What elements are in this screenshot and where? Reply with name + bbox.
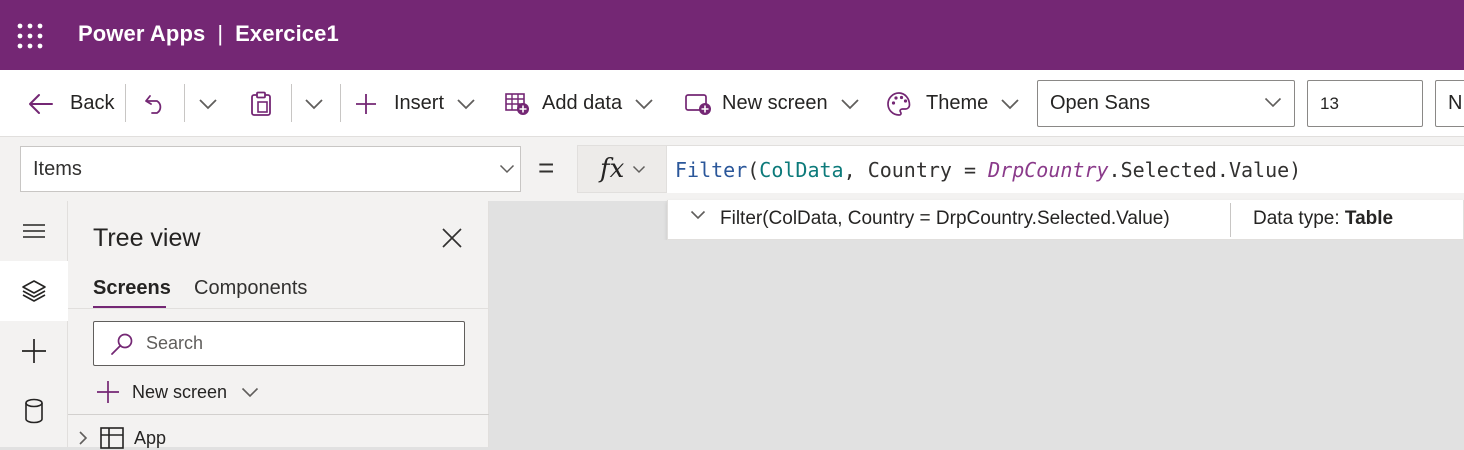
tree-node-app[interactable]: App xyxy=(78,426,166,450)
formula-token-collection: ColData xyxy=(759,157,844,182)
chevron-down-icon xyxy=(1000,98,1020,110)
next-field-value: N xyxy=(1448,92,1463,114)
plus-icon xyxy=(96,380,120,404)
left-rail xyxy=(0,201,68,447)
chevron-down-icon xyxy=(456,98,476,110)
divider xyxy=(68,308,489,309)
property-value: Items xyxy=(33,157,82,180)
paste-button[interactable] xyxy=(249,70,273,137)
chevron-down-icon xyxy=(241,387,259,398)
close-icon[interactable] xyxy=(441,227,463,249)
rail-tree-view-button[interactable] xyxy=(0,261,68,321)
formula-token-operator: = xyxy=(951,157,989,182)
command-bar: Back Insert Add data New screen Theme Op… xyxy=(0,70,1464,137)
add-data-button[interactable]: Add data xyxy=(504,70,654,137)
divider xyxy=(291,84,292,122)
chevron-down-icon xyxy=(304,98,324,110)
function-icon: fx xyxy=(600,154,625,184)
chevron-down-icon xyxy=(840,98,860,110)
theme-button[interactable]: Theme xyxy=(886,70,1020,137)
title-separator: | xyxy=(217,21,224,46)
back-label: Back xyxy=(70,92,115,114)
layers-icon xyxy=(21,279,47,303)
chevron-down-icon xyxy=(198,98,218,110)
undo-menu-button[interactable] xyxy=(198,70,218,137)
next-toolbar-field[interactable]: N xyxy=(1435,80,1464,127)
font-select[interactable]: Open Sans xyxy=(1037,80,1295,127)
palette-icon xyxy=(886,91,912,117)
chevron-down-icon xyxy=(632,165,646,174)
app-title: Power Apps | Exercice1 xyxy=(78,21,339,47)
divider xyxy=(340,84,341,122)
new-screen-icon xyxy=(684,92,712,116)
tree-view-panel: Tree view Screens Components Search New … xyxy=(68,201,489,450)
arrow-left-icon xyxy=(28,93,54,115)
font-value: Open Sans xyxy=(1050,92,1151,114)
app-header: Power Apps | Exercice1 xyxy=(0,0,1464,70)
insert-label: Insert xyxy=(394,92,445,114)
new-screen-label: New screen xyxy=(132,381,228,402)
database-icon xyxy=(24,398,44,424)
theme-label: Theme xyxy=(926,92,989,114)
new-screen-button[interactable]: New screen xyxy=(684,70,860,137)
formula-input[interactable]: Filter(ColData, Country = DrpCountry .Sel… xyxy=(667,145,1464,193)
chevron-down-icon[interactable] xyxy=(690,210,706,220)
result-data-type: Data type: Table xyxy=(1253,208,1393,230)
formula-token-control: DrpCountry xyxy=(988,157,1109,182)
rail-menu-button[interactable] xyxy=(0,201,68,261)
data-type-label: Data type: xyxy=(1253,208,1340,229)
search-input[interactable]: Search xyxy=(93,321,465,366)
result-expression: Filter(ColData, Country = DrpCountry.Sel… xyxy=(720,208,1170,229)
product-name: Power Apps xyxy=(78,21,206,46)
chevron-down-icon xyxy=(499,164,515,174)
app-icon xyxy=(100,427,124,449)
tab-components[interactable]: Components xyxy=(194,277,307,300)
search-placeholder: Search xyxy=(146,333,204,353)
panel-title: Tree view xyxy=(93,224,201,252)
chevron-right-icon[interactable] xyxy=(78,430,88,446)
property-select[interactable]: Items xyxy=(20,146,521,192)
chevron-down-icon xyxy=(1264,97,1282,108)
new-screen-label: New screen xyxy=(722,92,828,114)
tree-node-label: App xyxy=(134,427,167,448)
formula-token-field: Country xyxy=(867,157,952,182)
divider xyxy=(184,84,185,122)
formula-token-comma: , xyxy=(843,157,868,182)
new-screen-link[interactable]: New screen xyxy=(96,377,259,407)
search-icon xyxy=(110,332,134,356)
font-size-input[interactable]: 13 xyxy=(1307,80,1423,127)
fx-button[interactable]: fx xyxy=(577,145,667,193)
divider xyxy=(125,84,126,122)
hamburger-icon xyxy=(22,223,46,239)
paste-menu-button[interactable] xyxy=(304,70,324,137)
plus-icon xyxy=(355,93,377,115)
divider xyxy=(68,414,489,415)
formula-token-rest: .Selected.Value) xyxy=(1108,157,1302,182)
tab-screens[interactable]: Screens xyxy=(93,277,171,300)
design-canvas[interactable] xyxy=(490,240,1464,447)
app-launcher-icon[interactable] xyxy=(16,22,44,50)
formula-token-function: Filter xyxy=(675,157,748,182)
back-button[interactable]: Back xyxy=(28,70,114,137)
formula-bar: Items = fx Filter(ColData, Country = Drp… xyxy=(0,137,1464,201)
add-data-label: Add data xyxy=(542,92,623,114)
formula-result-panel: Filter(ColData, Country = DrpCountry.Sel… xyxy=(667,200,1464,240)
chevron-down-icon xyxy=(634,98,654,110)
undo-button[interactable] xyxy=(143,70,167,137)
plus-icon xyxy=(21,338,47,364)
rail-data-button[interactable] xyxy=(0,381,68,441)
document-name[interactable]: Exercice1 xyxy=(235,21,339,46)
rail-insert-button[interactable] xyxy=(0,321,68,381)
equals-sign: = xyxy=(538,152,555,183)
undo-icon xyxy=(143,93,167,115)
clipboard-icon xyxy=(249,91,273,117)
data-type-value: Table xyxy=(1344,208,1394,229)
divider xyxy=(1230,203,1231,237)
insert-button[interactable]: Insert xyxy=(355,70,476,137)
font-size-value: 13 xyxy=(1320,93,1339,113)
table-add-icon xyxy=(504,92,530,116)
formula-token-paren: ( xyxy=(747,157,760,182)
